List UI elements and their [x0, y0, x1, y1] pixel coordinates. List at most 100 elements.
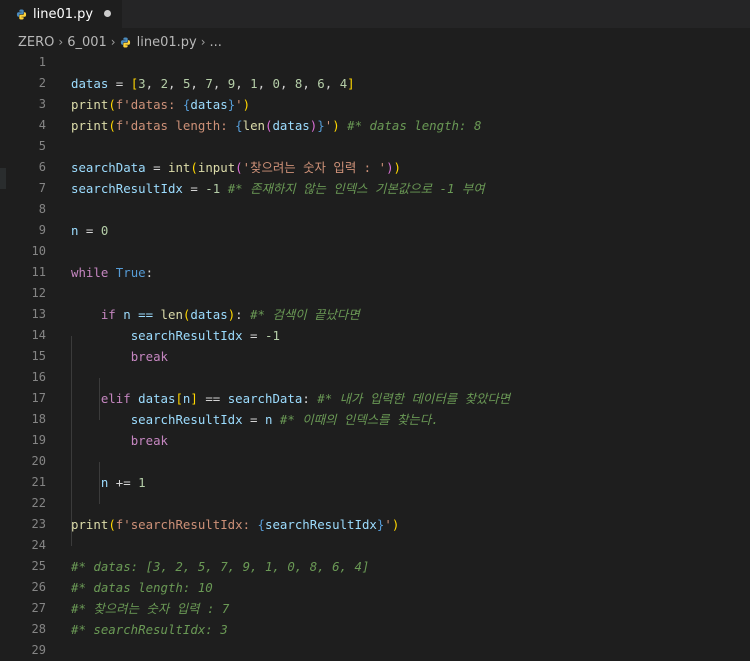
code-line[interactable]: [71, 493, 750, 514]
code-token: datas: [190, 97, 228, 112]
line-number-gutter: 1 2 3 4 5 6 7 8 9 10 11 12 13 14 15 16 17 18 19 20 21 22 23 24 2…: [0, 52, 50, 661]
line-number: 13: [31, 307, 46, 321]
code-line[interactable]: [71, 535, 750, 556]
code-token: ): [391, 517, 400, 532]
code-token: ): [386, 160, 394, 175]
code-token: #* 이때의 인덱스를 찾는다.: [279, 412, 439, 427]
code-line[interactable]: searchResultIdx = -1 #* 존재하지 않는 인덱스 기본값으…: [71, 178, 750, 199]
code-token: (: [190, 160, 198, 175]
line-number: 19: [31, 433, 46, 447]
code-token: ': [235, 97, 243, 112]
code-token: #* datas length: 8: [347, 118, 482, 133]
code-token: +=: [108, 475, 139, 490]
code-line[interactable]: elif datas[n] == searchData: #* 내가 입력한 데…: [71, 388, 750, 409]
code-line[interactable]: n = 0: [71, 220, 750, 241]
code-token: =: [145, 160, 168, 175]
code-token: ,: [190, 76, 206, 91]
code-token: #* 내가 입력한 데이터를 찾았다면: [317, 391, 511, 406]
code-line[interactable]: print(f'datas length: {len(datas)}') #* …: [71, 115, 750, 136]
code-line[interactable]: [71, 451, 750, 472]
code-token: ,: [235, 76, 251, 91]
line-number: 16: [31, 370, 46, 384]
code-line[interactable]: #* datas length: 10: [71, 577, 750, 598]
code-token: input: [197, 160, 236, 175]
code-line[interactable]: [71, 52, 750, 73]
tab-line01-py[interactable]: line01.py: [0, 0, 123, 28]
code-line[interactable]: [71, 367, 750, 388]
code-token: ,: [145, 76, 161, 91]
code-token: ): [242, 97, 251, 112]
code-line[interactable]: #* datas: [3, 2, 5, 7, 9, 1, 0, 8, 6, 4]: [71, 556, 750, 577]
line-number: 29: [31, 643, 46, 657]
code-token: print: [71, 97, 109, 112]
chevron-right-icon: ›: [110, 35, 116, 49]
code-line[interactable]: searchData = int(input('찾으려는 숫자 입력 : ')): [71, 157, 750, 178]
code-token: (: [108, 97, 116, 112]
line-number: 15: [31, 349, 46, 363]
code-token: datas: [130, 391, 176, 406]
breadcrumb-item-zero[interactable]: ZERO: [18, 35, 54, 50]
code-line[interactable]: [71, 199, 750, 220]
code-line[interactable]: print(f'datas: {datas}'): [71, 94, 750, 115]
code-area[interactable]: datas = [3, 2, 5, 7, 9, 1, 0, 8, 6, 4] pr…: [71, 52, 750, 661]
code-token: ,: [257, 76, 273, 91]
code-token: ): [332, 118, 340, 133]
line-number: 3: [38, 97, 46, 111]
code-line[interactable]: if n == len(datas): #* 검색이 끝났다면: [71, 304, 750, 325]
code-token: f'datas length:: [115, 118, 236, 133]
line-number: 1: [38, 55, 46, 69]
code-token: ': [384, 517, 392, 532]
code-token: n ==: [115, 307, 161, 322]
line-number: 5: [38, 139, 46, 153]
line-number: 11: [31, 265, 46, 279]
code-line[interactable]: print(f'searchResultIdx: {searchResultId…: [71, 514, 750, 535]
code-token: len: [242, 118, 265, 133]
code-token: ,: [324, 76, 340, 91]
unsaved-indicator-icon[interactable]: [104, 10, 111, 17]
code-token: }: [317, 118, 325, 133]
code-token: ,: [168, 76, 183, 91]
code-line[interactable]: while True:: [71, 262, 750, 283]
code-line[interactable]: [71, 241, 750, 262]
line-number: 18: [31, 412, 46, 426]
python-icon: [120, 36, 130, 48]
code-line[interactable]: datas = [3, 2, 5, 7, 9, 1, 0, 8, 6, 4]: [71, 73, 750, 94]
code-line[interactable]: [71, 136, 750, 157]
code-token: #* 존재하지 않는 인덱스 기본값으로 -1 부여: [227, 181, 485, 196]
code-token: =: [242, 412, 265, 427]
code-line[interactable]: n += 1: [71, 472, 750, 493]
code-token: 0: [100, 223, 109, 238]
code-line[interactable]: break: [71, 430, 750, 451]
code-token: #* datas: [3, 2, 5, 7, 9, 1, 0, 8, 6, 4]: [71, 559, 370, 574]
code-token: 3: [138, 76, 146, 91]
code-line[interactable]: #* 찾으려는 숫자 입력 : 7: [71, 598, 750, 619]
code-token: 0: [272, 76, 280, 91]
code-editor[interactable]: 1 2 3 4 5 6 7 8 9 10 11 12 13 14 15 16 17 18 19 20 21 22 23 24 2…: [0, 52, 750, 657]
code-token: searchData: [71, 160, 146, 175]
code-line[interactable]: [71, 640, 750, 661]
code-line[interactable]: break: [71, 346, 750, 367]
code-token: True: [115, 265, 146, 280]
line-number: 25: [31, 559, 46, 573]
code-token: '찾으려는 숫자 입력 : ': [242, 160, 387, 175]
code-token: =: [108, 76, 131, 91]
line-number: 26: [31, 580, 46, 594]
code-line[interactable]: searchResultIdx = -1: [71, 325, 750, 346]
breadcrumb-item-symbols[interactable]: ...: [210, 35, 222, 50]
code-token: #* datas length: 10: [71, 580, 213, 595]
breadcrumb-item-folder[interactable]: 6_001: [67, 35, 107, 50]
code-line[interactable]: #* searchResultIdx: 3: [71, 619, 750, 640]
code-token: {: [235, 118, 243, 133]
code-line[interactable]: [71, 283, 750, 304]
code-token: #* 찾으려는 숫자 입력 : 7: [71, 601, 230, 616]
breadcrumb-item-file[interactable]: line01.py: [137, 35, 197, 50]
code-token: datas: [272, 118, 310, 133]
code-line[interactable]: searchResultIdx = n #* 이때의 인덱스를 찾는다.: [71, 409, 750, 430]
code-token: 6: [317, 76, 325, 91]
line-number: 6: [38, 160, 46, 174]
tab-bar: line01.py: [0, 0, 750, 28]
code-token: -1: [264, 328, 280, 343]
